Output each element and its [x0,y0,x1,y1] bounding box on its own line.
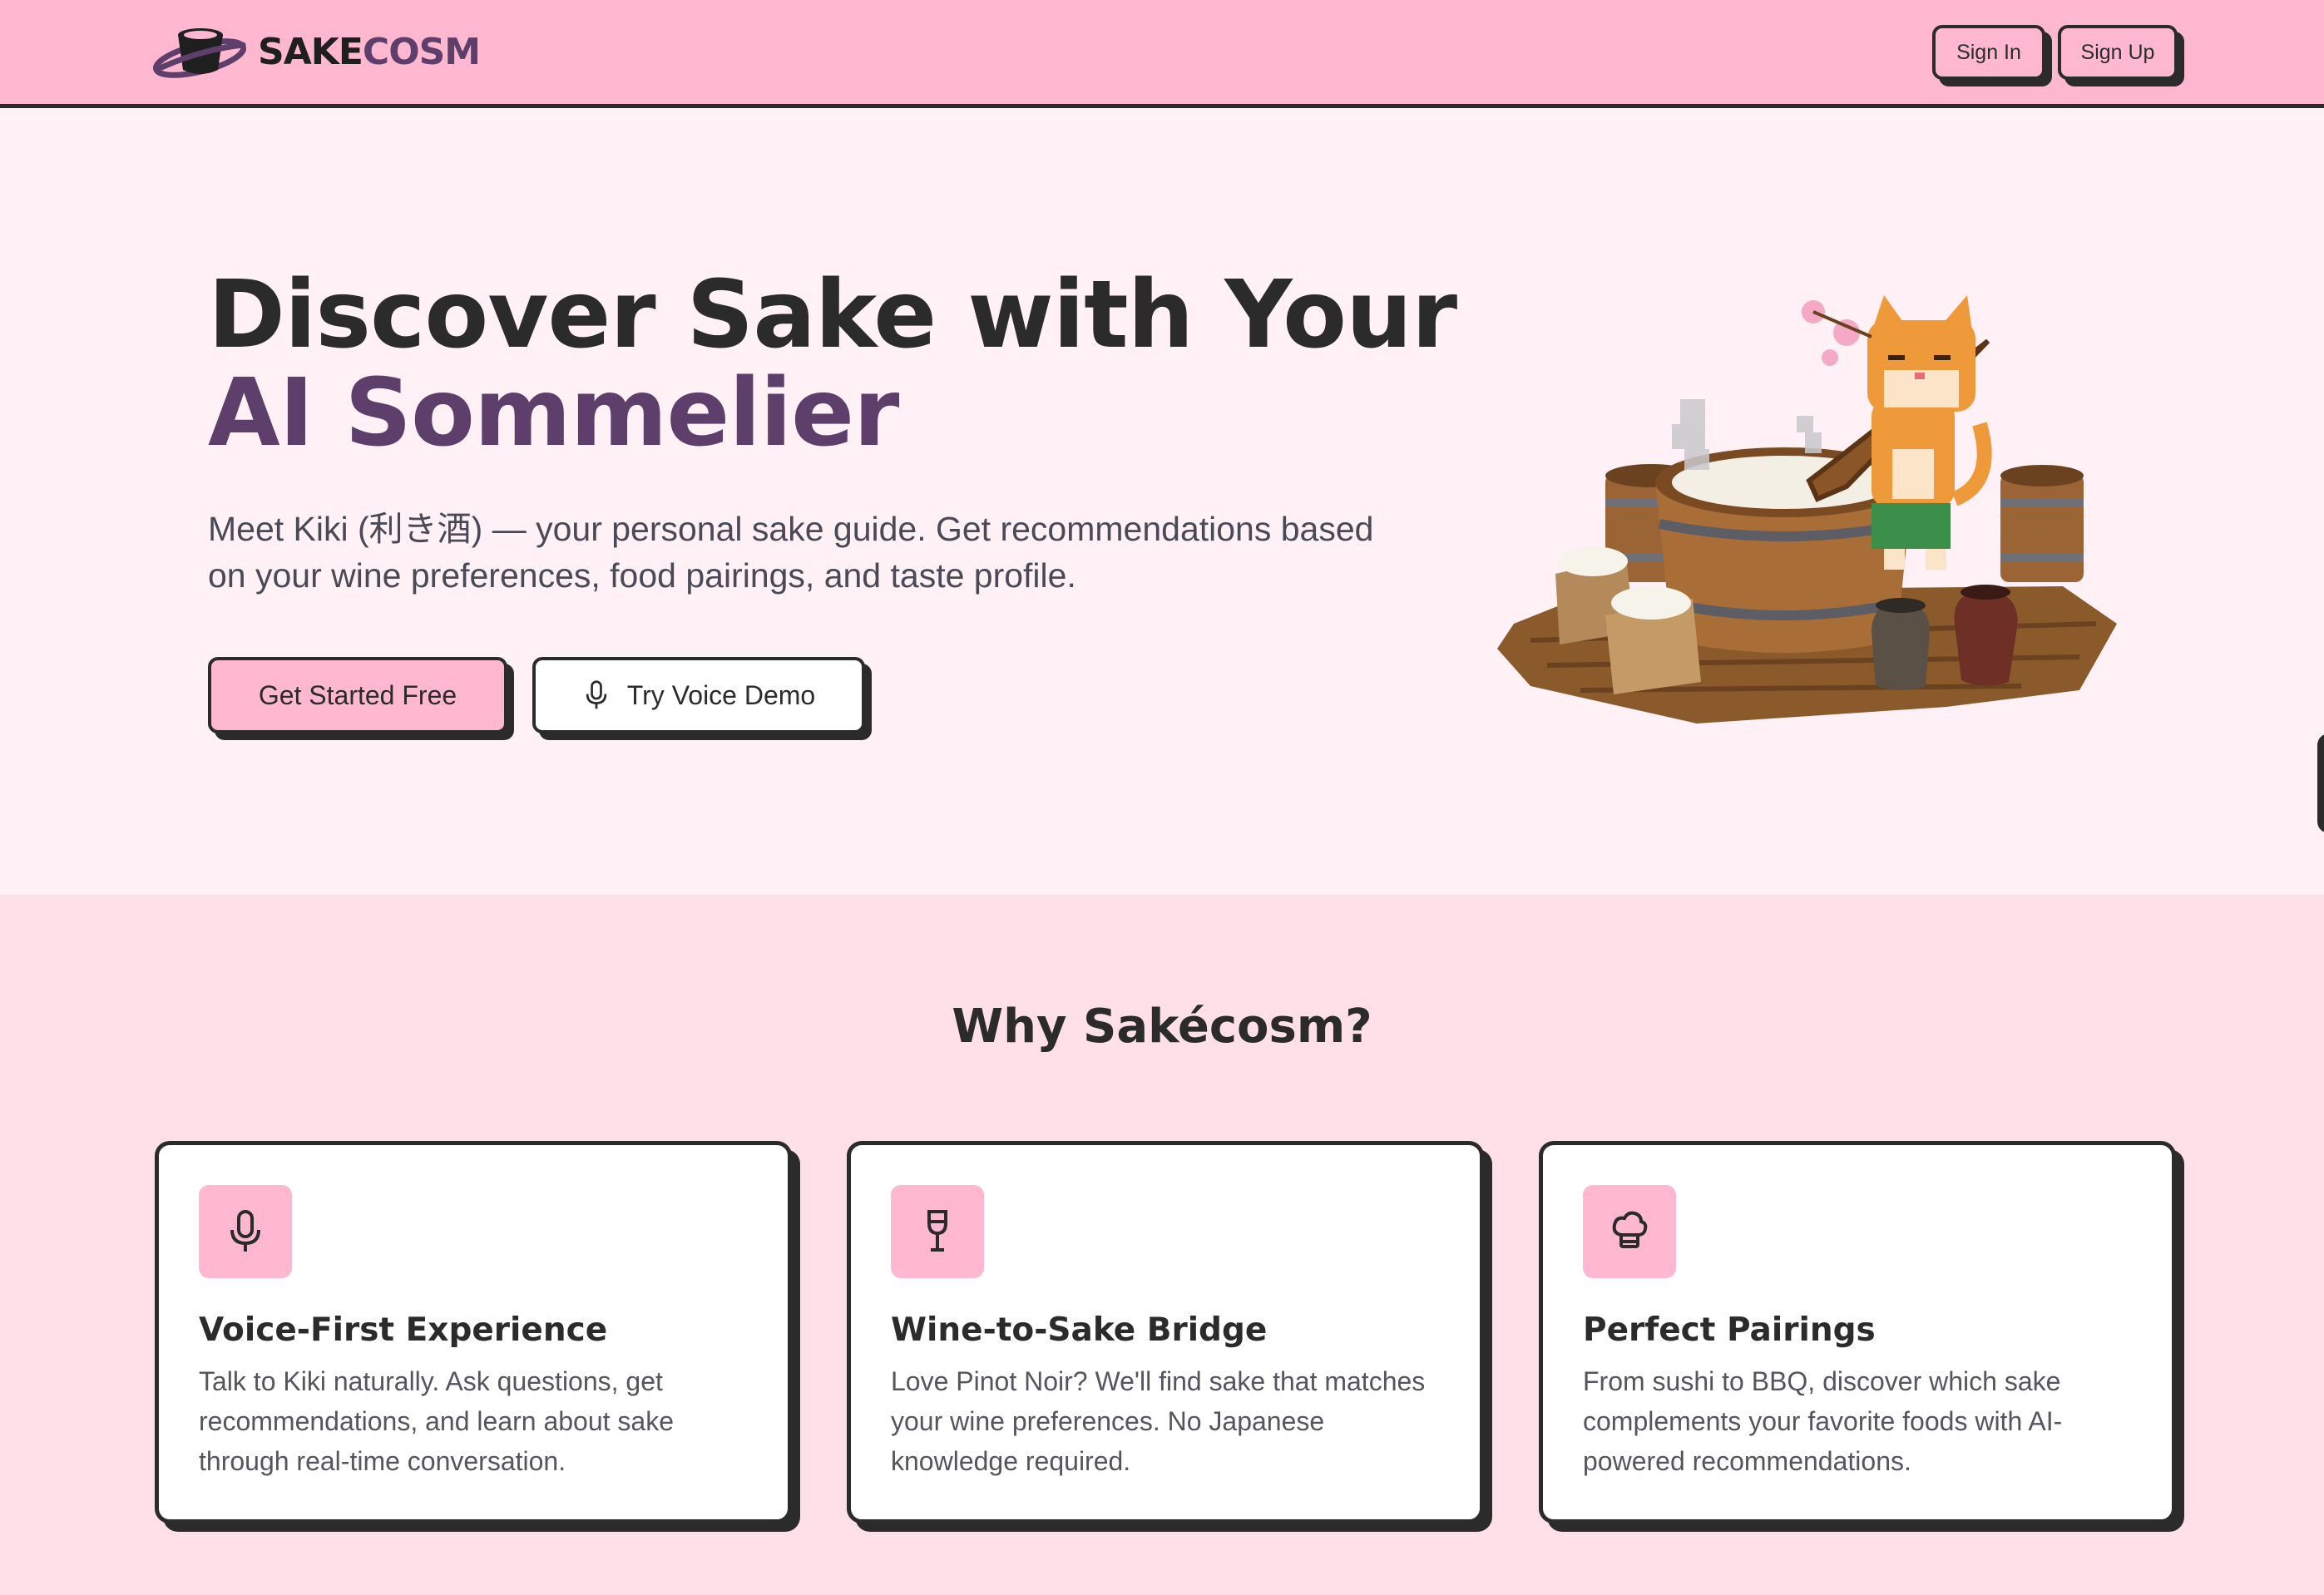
sign-up-button[interactable]: Sign Up [2058,25,2178,80]
feature-card-pairings: Perfect Pairings From sushi to BBQ, disc… [1539,1141,2176,1523]
planet-cup-logo-icon [153,28,247,78]
cherry-blossom-icon [1802,300,1872,366]
feature-card-icon-box [199,1185,292,1278]
feature-card-description: Talk to Kiki naturally. Ask questions, g… [199,1366,675,1476]
features-section: Why Sakécosm? Voice-First Experience Tal… [0,895,2324,1595]
try-voice-demo-button[interactable]: Try Voice Demo [532,657,865,733]
microphone-icon [230,1210,260,1252]
cat-brewing-sake-illustration [1497,295,2117,723]
feature-card-title: Wine-to-Sake Bridge [891,1311,1268,1349]
brand-name-dark: SAKE [258,30,363,73]
site-header: SAKECOSM Sign In Sign Up [0,0,2324,108]
get-started-button[interactable]: Get Started Free [208,657,507,733]
brand-wordmark: SAKECOSM [258,30,481,73]
hero-lead: Meet Kiki (利き酒) — your personal sake gui… [208,510,1374,595]
barrel-right-icon [2000,465,2084,582]
feature-card-description: From sushi to BBQ, discover which sake c… [1583,1366,2063,1476]
feature-card-description: Love Pinot Noir? We'll find sake that ma… [891,1366,1426,1476]
feature-card-title: Perfect Pairings [1583,1311,1876,1349]
feature-card-voice: Voice-First Experience Talk to Kiki natu… [155,1141,792,1523]
feature-card-icon-box [891,1185,984,1278]
brand-logo[interactable]: SAKECOSM [153,20,481,83]
side-drawer-handle[interactable] [2317,733,2324,833]
feature-card-icon-box [1583,1185,1676,1278]
features-title: Why Sakécosm? [952,1000,1372,1054]
hero-title-line2: AI Sommelier [208,359,899,467]
brand-name-accent: COSM [362,30,481,73]
cat-character-icon [1867,295,1992,570]
feature-card-wine-bridge: Wine-to-Sake Bridge Love Pinot Noir? We'… [847,1141,1484,1523]
microphone-icon [586,680,606,709]
hero-section: Discover Sake with Your AI Sommelier Mee… [0,108,2324,895]
wine-glass-icon [927,1210,947,1252]
hero-title: Discover Sake with Your AI Sommelier [208,266,1472,462]
get-started-label: Get Started Free [258,679,457,710]
try-voice-demo-label: Try Voice Demo [626,679,816,710]
feature-card-title: Voice-First Experience [199,1311,608,1349]
hero-title-line1: Discover Sake with Your [208,261,1457,369]
chef-hat-icon [1612,1211,1648,1248]
sign-in-button[interactable]: Sign In [1932,25,2045,80]
